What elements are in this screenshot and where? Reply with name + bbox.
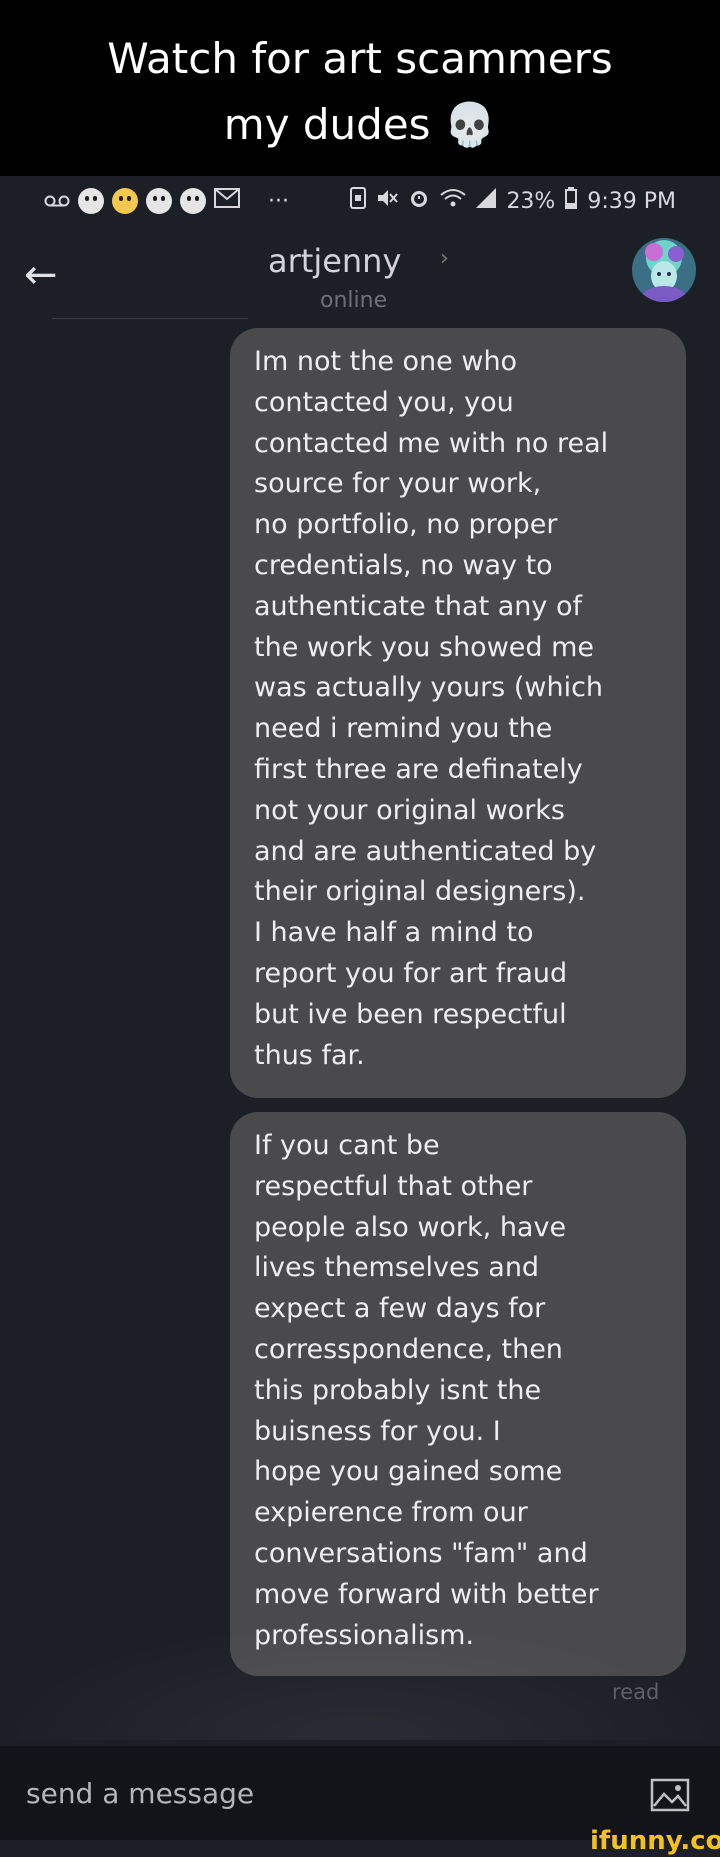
more-notifications-icon: ··· <box>268 188 289 214</box>
emoji-notification-icon <box>78 188 104 214</box>
mail-icon <box>214 188 240 214</box>
header-divider <box>52 318 248 319</box>
signal-icon <box>476 188 497 214</box>
message-bubble-sent[interactable]: If you cant be respectful that other peo… <box>230 1112 686 1676</box>
voicemail-icon <box>44 189 70 213</box>
alarm-icon <box>408 187 430 215</box>
emoji-notification-icon <box>180 188 206 214</box>
image-attach-icon[interactable] <box>650 1778 690 1812</box>
avatar[interactable] <box>632 238 696 302</box>
nfc-icon <box>350 187 367 215</box>
chevron-right-icon[interactable]: › <box>440 246 449 271</box>
contact-name[interactable]: artjenny <box>268 242 401 280</box>
ifunny-watermark: ifunny.co <box>590 1826 720 1856</box>
skull-icon: 💀 <box>443 100 497 149</box>
message-text: Im not the one who contacted you, you co… <box>254 346 609 1071</box>
wifi-icon <box>440 188 467 214</box>
emoji-notification-icon <box>146 188 172 214</box>
mute-icon <box>376 188 399 214</box>
message-bubble-sent[interactable]: Im not the one who contacted you, you co… <box>230 328 686 1098</box>
clock: 9:39 PM <box>587 188 676 214</box>
back-arrow-icon[interactable]: ← <box>24 252 58 298</box>
battery-icon <box>565 187 578 215</box>
caption-line-2: my dudes 💀 <box>0 92 720 158</box>
message-text: If you cant be respectful that other peo… <box>254 1130 599 1651</box>
chat-header: ← artjenny › online <box>0 226 720 336</box>
read-receipt: read <box>612 1680 660 1704</box>
status-bar: ··· 23% 9:39 PM <box>0 176 720 226</box>
battery-percent: 23% <box>506 188 556 214</box>
caption-line-2-text: my dudes <box>223 100 431 149</box>
message-input[interactable] <box>24 1770 548 1816</box>
online-status: online <box>320 288 388 313</box>
emoji-notification-icon <box>112 188 138 214</box>
caption-line-1: Watch for art scammers <box>107 34 613 83</box>
meme-caption: Watch for art scammers my dudes 💀 <box>0 0 720 176</box>
